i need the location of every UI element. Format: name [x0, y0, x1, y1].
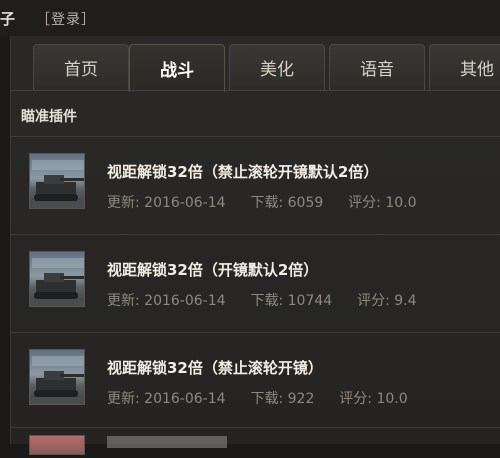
tab-bar: 首页 战斗 美化 语音 其他: [33, 44, 500, 92]
update-label: 更新:: [107, 293, 140, 309]
list-item-partial[interactable]: [11, 427, 500, 458]
rating-value: 10.0: [385, 195, 417, 211]
username-partial: 子: [0, 10, 16, 28]
rating-label: 评分:: [357, 293, 390, 309]
update-label: 更新:: [107, 391, 140, 407]
tank-icon: [29, 153, 85, 209]
download-label: 下载:: [250, 391, 284, 407]
section-title: 瞄准插件: [21, 109, 77, 125]
update-date: 2016-06-14: [144, 293, 226, 309]
rating-label: 评分:: [339, 391, 372, 407]
item-title-partial: [107, 436, 227, 448]
rating-label: 评分:: [348, 195, 381, 211]
update-date: 2016-06-14: [144, 391, 226, 407]
download-count: 6059: [287, 195, 324, 211]
item-title: 视距解锁32倍（开镜默认2倍）: [107, 261, 319, 279]
tank-icon: [29, 349, 85, 405]
item-meta: 更新: 2016-06-14 下载: 6059 评分: 10.0: [107, 192, 417, 212]
login-link[interactable]: ［登录］: [36, 9, 96, 29]
rating-value: 9.4: [394, 293, 417, 309]
tab-other[interactable]: 其他: [429, 44, 500, 90]
main-panel: 首页 战斗 美化 语音 其他 瞄准插件 视距解锁32倍（禁止滚轮开镜默认2倍） …: [10, 36, 500, 455]
top-bar: 子 ［登录］: [0, 0, 500, 36]
download-count: 922: [287, 391, 315, 407]
tank-icon: [29, 251, 85, 307]
rating-value: 10.0: [376, 391, 408, 407]
tab-voice[interactable]: 语音: [329, 44, 425, 90]
tab-divider: [11, 90, 500, 91]
tab-home[interactable]: 首页: [33, 44, 129, 90]
update-date: 2016-06-14: [144, 195, 226, 211]
item-title: 视距解锁32倍（禁止滚轮开镜默认2倍）: [107, 163, 379, 181]
thumbnail-icon: [29, 435, 85, 455]
item-meta: 更新: 2016-06-14 下载: 922 评分: 10.0: [107, 388, 408, 408]
tab-beautify[interactable]: 美化: [229, 44, 325, 90]
list-item[interactable]: 视距解锁32倍（开镜默认2倍） 更新: 2016-06-14 下载: 10744…: [11, 234, 500, 332]
item-meta: 更新: 2016-06-14 下载: 10744 评分: 9.4: [107, 290, 417, 310]
item-title: 视距解锁32倍（禁止滚轮开镜）: [107, 359, 323, 377]
mod-list: 视距解锁32倍（禁止滚轮开镜默认2倍） 更新: 2016-06-14 下载: 6…: [11, 136, 500, 430]
list-item[interactable]: 视距解锁32倍（禁止滚轮开镜） 更新: 2016-06-14 下载: 922 评…: [11, 332, 500, 430]
download-label: 下载:: [250, 195, 284, 211]
list-item[interactable]: 视距解锁32倍（禁止滚轮开镜默认2倍） 更新: 2016-06-14 下载: 6…: [11, 136, 500, 234]
tab-battle[interactable]: 战斗: [129, 44, 225, 92]
update-label: 更新:: [107, 195, 140, 211]
download-count: 10744: [287, 293, 333, 309]
download-label: 下载:: [250, 293, 284, 309]
